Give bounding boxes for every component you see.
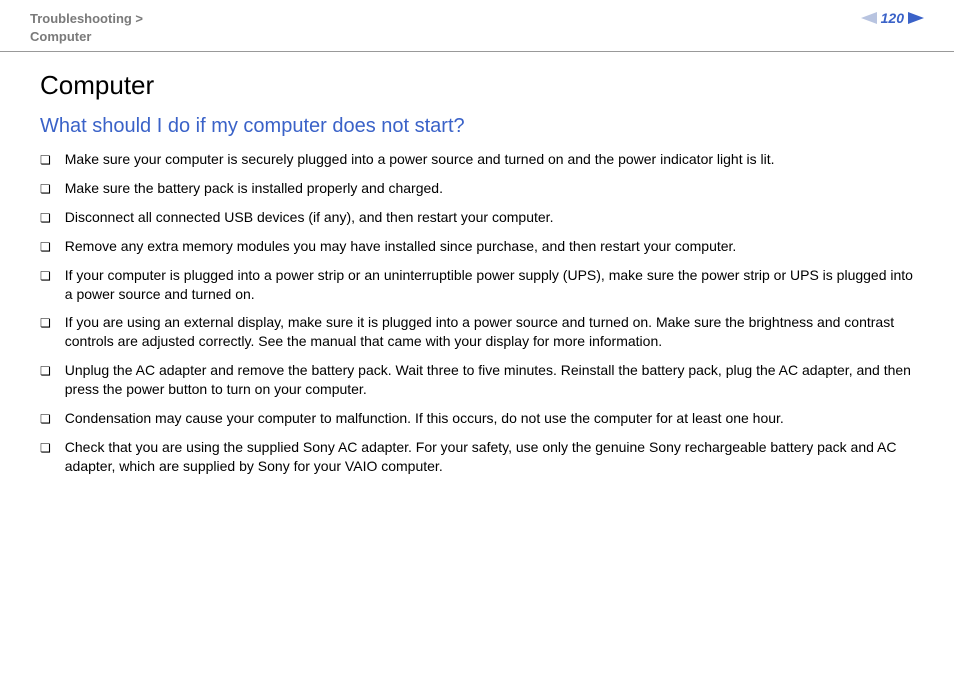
checkbox-bullet-icon: ❏ xyxy=(40,315,51,331)
list-item-text: If you are using an external display, ma… xyxy=(65,313,914,351)
content-area: Computer What should I do if my computer… xyxy=(0,52,954,506)
checkbox-bullet-icon: ❏ xyxy=(40,268,51,284)
list-item-text: Unplug the AC adapter and remove the bat… xyxy=(65,361,914,399)
next-page-icon[interactable] xyxy=(908,12,924,24)
list-item: ❏ Remove any extra memory modules you ma… xyxy=(40,237,914,256)
list-item: ❏ If your computer is plugged into a pow… xyxy=(40,266,914,304)
prev-page-icon[interactable] xyxy=(861,12,877,24)
list-item-text: Condensation may cause your computer to … xyxy=(65,409,914,428)
page-header: Troubleshooting > Computer 120 xyxy=(0,0,954,52)
list-item: ❏ Check that you are using the supplied … xyxy=(40,438,914,476)
page-title: Computer xyxy=(40,70,914,101)
list-item: ❏ Unplug the AC adapter and remove the b… xyxy=(40,361,914,399)
checklist: ❏ Make sure your computer is securely pl… xyxy=(40,150,914,476)
checkbox-bullet-icon: ❏ xyxy=(40,210,51,226)
list-item: ❏ Disconnect all connected USB devices (… xyxy=(40,208,914,227)
checkbox-bullet-icon: ❏ xyxy=(40,239,51,255)
list-item: ❏ Make sure your computer is securely pl… xyxy=(40,150,914,169)
checkbox-bullet-icon: ❏ xyxy=(40,152,51,168)
list-item-text: Make sure the battery pack is installed … xyxy=(65,179,914,198)
checkbox-bullet-icon: ❏ xyxy=(40,181,51,197)
list-item: ❏ Make sure the battery pack is installe… xyxy=(40,179,914,198)
checkbox-bullet-icon: ❏ xyxy=(40,363,51,379)
list-item: ❏ If you are using an external display, … xyxy=(40,313,914,351)
checkbox-bullet-icon: ❏ xyxy=(40,411,51,427)
list-item-text: Remove any extra memory modules you may … xyxy=(65,237,914,256)
list-item-text: If your computer is plugged into a power… xyxy=(65,266,914,304)
page-navigation: 120 xyxy=(861,10,924,26)
breadcrumb-line-2: Computer xyxy=(30,28,143,46)
list-item-text: Check that you are using the supplied So… xyxy=(65,438,914,476)
list-item-text: Disconnect all connected USB devices (if… xyxy=(65,208,914,227)
breadcrumb[interactable]: Troubleshooting > Computer xyxy=(30,10,143,45)
checkbox-bullet-icon: ❏ xyxy=(40,440,51,456)
list-item: ❏ Condensation may cause your computer t… xyxy=(40,409,914,428)
breadcrumb-line-1: Troubleshooting > xyxy=(30,10,143,28)
list-item-text: Make sure your computer is securely plug… xyxy=(65,150,914,169)
section-heading: What should I do if my computer does not… xyxy=(40,115,914,138)
page-number: 120 xyxy=(881,10,904,26)
